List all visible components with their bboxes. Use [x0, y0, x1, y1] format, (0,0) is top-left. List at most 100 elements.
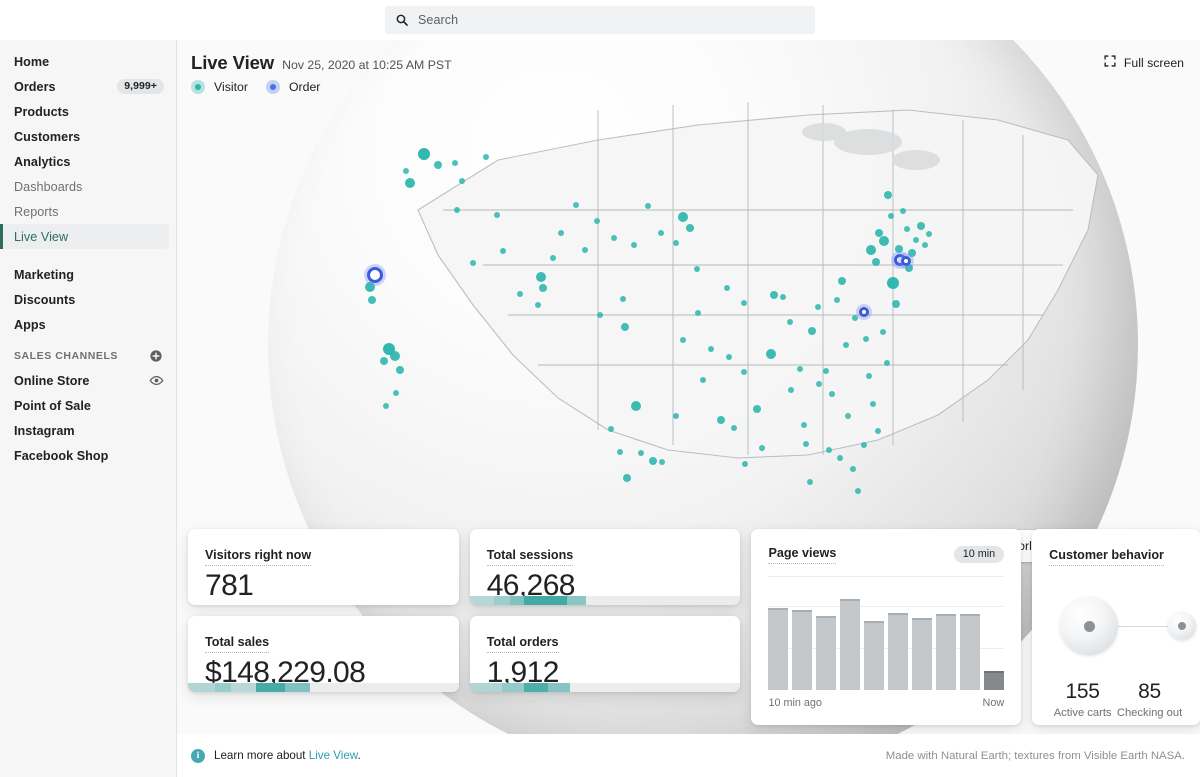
learn-more-row: i Learn more about Live View. [191, 749, 361, 763]
visitor-point [700, 377, 706, 383]
sidebar-item-label: Home [14, 55, 164, 69]
sidebar-item-label: Analytics [14, 155, 164, 169]
sidebar-item-point-of-sale[interactable]: Point of Sale [0, 393, 176, 418]
visitor-point [850, 466, 856, 472]
visitor-point [434, 161, 442, 169]
visitors-right-now-card[interactable]: Visitors right now 781 [188, 529, 459, 605]
card-column-4: Customer behavior 155 Active carts 85 [1032, 529, 1200, 725]
sidebar-item-online-store[interactable]: Online Store [0, 368, 176, 393]
visitor-point [834, 297, 840, 303]
sidebar-item-analytics[interactable]: Analytics [0, 149, 176, 174]
sidebar-item-label: Point of Sale [14, 399, 164, 413]
visitor-point [741, 369, 747, 375]
visitor-point [454, 207, 460, 213]
spark-segment [502, 683, 524, 692]
sidebar-item-customers[interactable]: Customers [0, 124, 176, 149]
visitor-point [904, 226, 910, 232]
card-label: Total sales [205, 635, 269, 653]
visitor-point [845, 413, 851, 419]
sidebar-item-instagram[interactable]: Instagram [0, 418, 176, 443]
visitor-point [855, 488, 861, 494]
sidebar-item-facebook-shop[interactable]: Facebook Shop [0, 443, 176, 468]
sidebar-item-dashboards[interactable]: Dashboards [0, 174, 176, 199]
full-screen-button[interactable]: Full screen [1103, 54, 1184, 71]
visitor-point [870, 401, 876, 407]
page-views-range-badge[interactable]: 10 min [954, 546, 1004, 563]
sidebar-item-products[interactable]: Products [0, 99, 176, 124]
visitor-point [470, 260, 476, 266]
total-sessions-card[interactable]: Total sessions 46,268 [470, 529, 741, 605]
order-point [901, 256, 911, 266]
learn-more-suffix: . [358, 749, 361, 762]
stat-caption: Checking out [1116, 707, 1183, 719]
visitor-point [808, 327, 816, 335]
sidebar-item-discounts[interactable]: Discounts [0, 287, 176, 312]
visitor-point [797, 366, 803, 372]
top-bar: Search [0, 0, 1200, 40]
bar [936, 614, 956, 690]
stat-value: 155 [1049, 680, 1116, 704]
total-sales-card[interactable]: Total sales $148,229.08 [188, 616, 459, 692]
sidebar-item-home[interactable]: Home [0, 49, 176, 74]
sidebar-item-label: Reports [14, 205, 164, 219]
learn-more-prefix: Learn more about [214, 749, 309, 762]
eye-icon[interactable] [148, 373, 164, 389]
behavior-stats: 155 Active carts 85 Checking out [1049, 680, 1183, 719]
sidebar-item-label: Apps [14, 318, 164, 332]
sidebar-item-reports[interactable]: Reports [0, 199, 176, 224]
visitor-point [726, 354, 732, 360]
spark-segment [524, 596, 567, 605]
fullscreen-icon [1103, 54, 1117, 71]
visitor-point [645, 203, 651, 209]
bar [816, 616, 836, 690]
legend-label: Order [289, 80, 320, 94]
customer-behavior-card[interactable]: Customer behavior 155 Active carts 85 [1032, 529, 1200, 725]
visitor-point [759, 445, 765, 451]
sidebar-item-live-view[interactable]: Live View [0, 224, 169, 249]
stat-value: 85 [1116, 680, 1183, 704]
visitor-point [452, 160, 458, 166]
spark-segment [494, 596, 510, 605]
plus-circle-icon[interactable] [148, 348, 164, 364]
visitor-point [884, 191, 892, 199]
visitor-point [829, 391, 835, 397]
visitor-point [815, 304, 821, 310]
visitor-point [695, 310, 701, 316]
sidebar-item-label: Orders [14, 80, 117, 94]
visitor-point [724, 285, 730, 291]
visitor-point [403, 168, 409, 174]
visitor-dot-icon [191, 80, 205, 94]
metrics-card-grid: Visitors right now 781 Total sales $148,… [188, 529, 1200, 725]
visitor-point [659, 459, 665, 465]
spark-segment [524, 683, 548, 692]
visitor-point [788, 387, 794, 393]
spark-segment [188, 683, 215, 692]
sidebar-item-apps[interactable]: Apps [0, 312, 176, 337]
search-input[interactable]: Search [385, 6, 815, 34]
card-column-3: Page views 10 min 10 min ago Now [751, 529, 1021, 725]
visitor-point [658, 230, 664, 236]
visitor-point [380, 357, 388, 365]
behavior-bubble-chart [1049, 572, 1183, 680]
legend-label: Visitor [214, 80, 248, 94]
page-views-card[interactable]: Page views 10 min 10 min ago Now [751, 529, 1021, 725]
visitor-point [517, 291, 523, 297]
visitor-point [803, 441, 809, 447]
total-orders-card[interactable]: Total orders 1,912 [470, 616, 741, 692]
spark-segment [470, 596, 494, 605]
sidebar-item-marketing[interactable]: Marketing [0, 262, 176, 287]
visitor-point [807, 479, 813, 485]
info-icon: i [191, 749, 205, 763]
spark-segment [567, 596, 586, 605]
spark-segment [256, 683, 286, 692]
order-dot-icon [266, 80, 280, 94]
visitor-point [913, 237, 919, 243]
spark-segment [570, 683, 741, 692]
visitor-point [895, 245, 903, 253]
sidebar-item-orders[interactable]: Orders 9,999+ [0, 74, 176, 99]
visitor-point [742, 461, 748, 467]
live-view-link[interactable]: Live View [309, 749, 358, 762]
spark-segment [586, 596, 740, 605]
total-orders-sparkbar [470, 683, 741, 692]
visitor-point [550, 255, 556, 261]
